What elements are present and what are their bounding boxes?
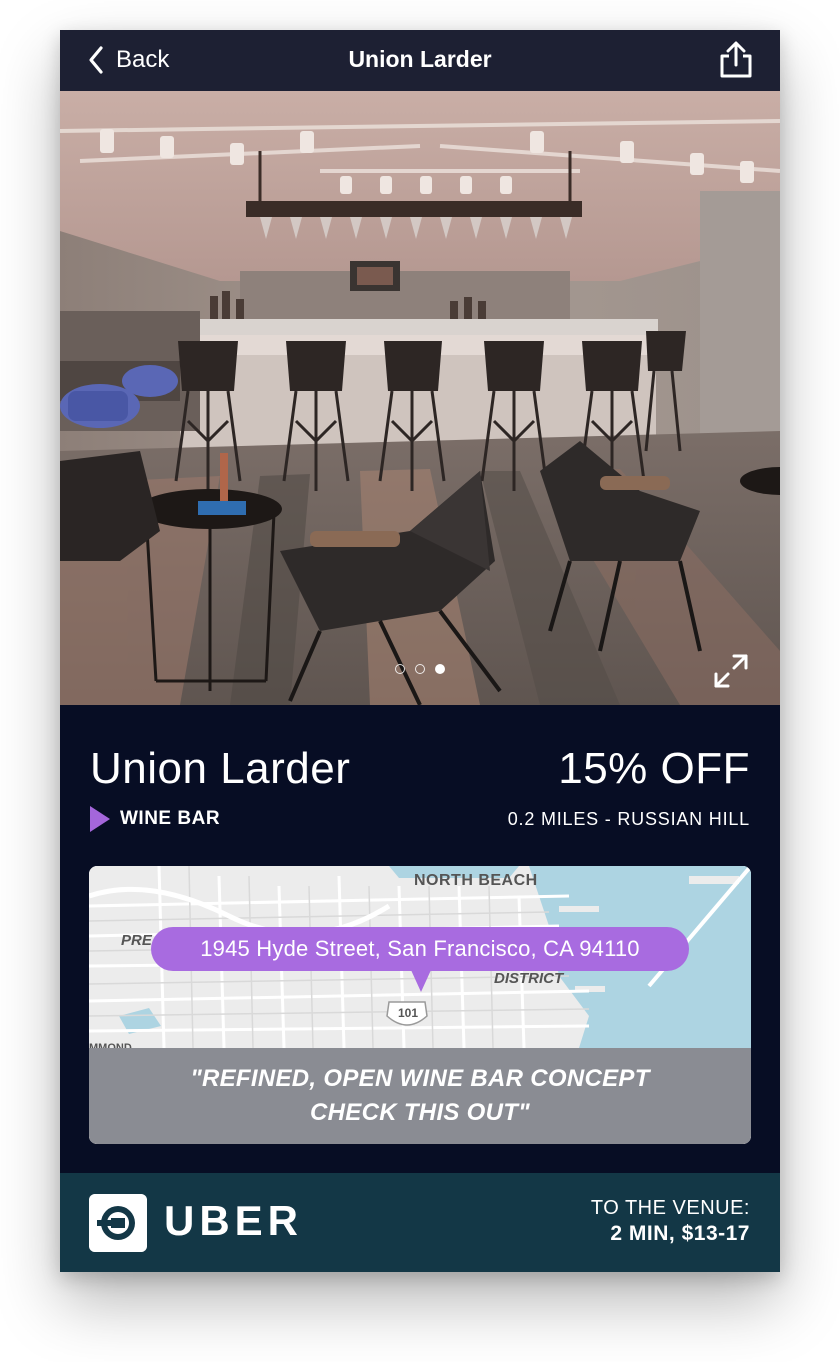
expand-icon[interactable] [712, 652, 750, 690]
gallery-pager [60, 664, 780, 674]
venue-category: WINE BAR [90, 806, 220, 832]
venue-photo[interactable] [60, 91, 780, 705]
page-title: Union Larder [348, 46, 492, 72]
venue-photo-image [60, 91, 780, 705]
share-icon[interactable] [718, 41, 754, 79]
uber-ride-button[interactable]: UBER TO THE VENUE: 2 MIN, $13-17 [60, 1173, 780, 1272]
uber-eta: TO THE VENUE: 2 MIN, $13-17 [591, 1197, 750, 1246]
gallery-dot[interactable] [395, 664, 405, 674]
map-label-district: DISTRICT [494, 970, 564, 987]
uber-logo-icon [89, 1194, 147, 1252]
highway-label: 101 [397, 1006, 419, 1020]
map-card[interactable]: NORTH BEACH DISTRICT PRE 101 MMOND 1945 … [89, 866, 751, 1144]
phone-screen: Back Union Larder Union Larder 15% OFF W… [60, 30, 780, 1272]
nav-bar: Back Union Larder [60, 30, 780, 91]
map-label-pre: PRE [121, 932, 152, 949]
eta-value: 2 MIN, $13-17 [610, 1222, 750, 1245]
gallery-dot[interactable] [415, 664, 425, 674]
address-bubble-pointer [411, 970, 431, 992]
address-bubble[interactable]: 1945 Hyde Street, San Francisco, CA 9411… [151, 927, 689, 971]
quote-line-2: CHECK THIS OUT" [310, 1099, 530, 1126]
map-label-north-beach: NORTH BEACH [414, 872, 538, 889]
discount-label: 15% OFF [558, 744, 750, 793]
category-label: WINE BAR [120, 808, 221, 829]
play-icon [90, 806, 110, 832]
gallery-dot-active[interactable] [435, 664, 445, 674]
venue-name: Union Larder [90, 744, 351, 793]
distance-label: 0.2 MILES - RUSSIAN HILL [507, 809, 750, 829]
uber-wordmark: UBER [164, 1197, 304, 1244]
quote-line-1: "REFINED, OPEN WINE BAR CONCEPT [190, 1065, 650, 1092]
venue-quote: "REFINED, OPEN WINE BAR CONCEPT CHECK TH… [89, 1048, 751, 1144]
eta-label: TO THE VENUE: [590, 1197, 750, 1219]
